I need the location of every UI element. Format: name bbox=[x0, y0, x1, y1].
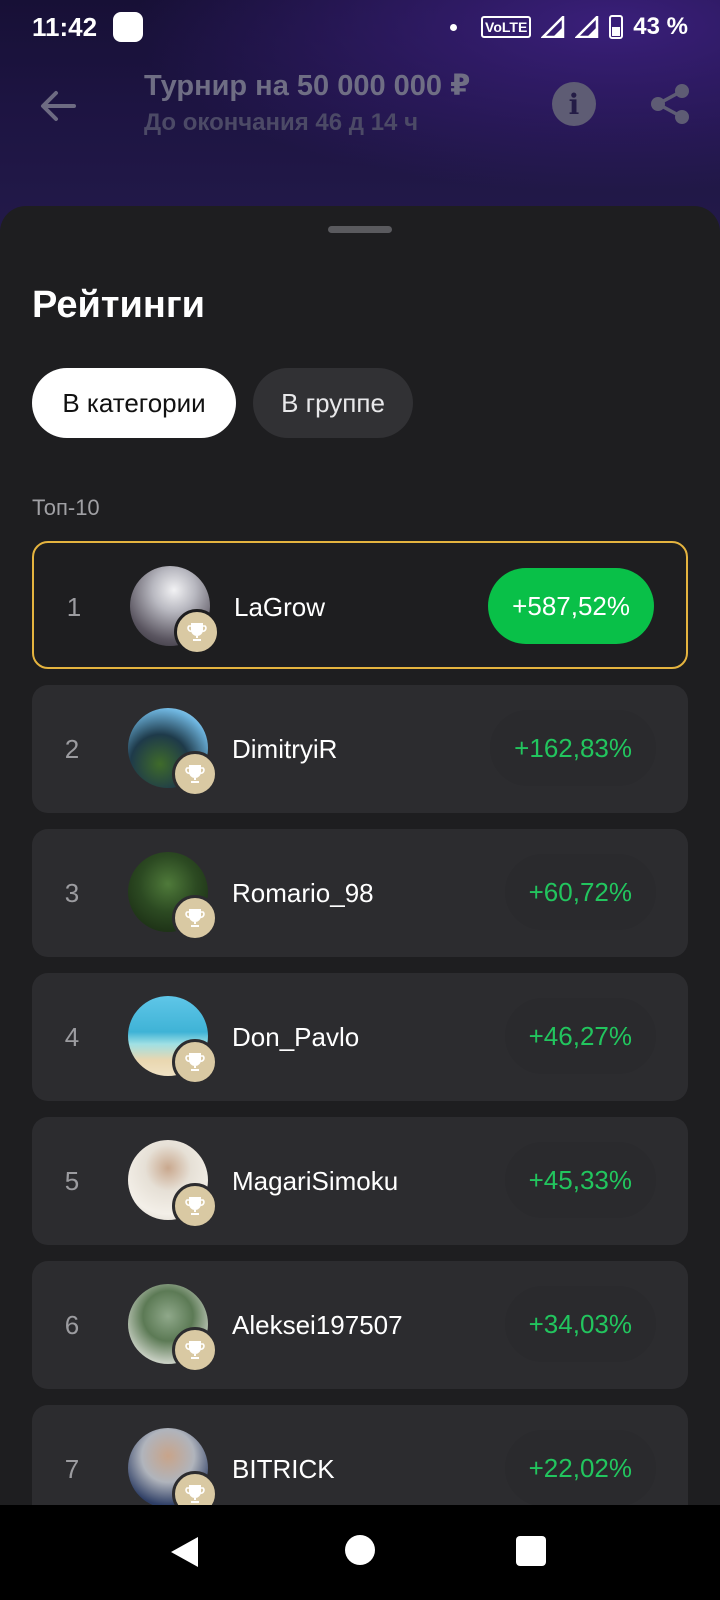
status-bar: 11:42 VoLTE 43 % bbox=[0, 0, 720, 54]
back-arrow-icon[interactable] bbox=[34, 82, 82, 130]
score-badge: +46,27% bbox=[504, 998, 656, 1074]
notification-icon bbox=[113, 12, 144, 42]
section-label: Топ-10 bbox=[32, 495, 100, 520]
share-icon[interactable] bbox=[648, 82, 692, 126]
rank-number: 1 bbox=[66, 592, 82, 622]
notification-dot-icon bbox=[450, 23, 458, 31]
trophy-icon bbox=[172, 1039, 218, 1085]
score-badge: +587,52% bbox=[488, 568, 654, 644]
username: DimitryiR bbox=[232, 734, 338, 764]
app-bar: Турнир на 50 000 000 ₽ До окончания 46 д… bbox=[0, 64, 720, 164]
system-navigation-bar bbox=[0, 1505, 720, 1600]
username: LaGrow bbox=[234, 592, 326, 622]
leaderboard-list: 1 LaGrow +587,52% 2 DimitryiR +162,83% 3… bbox=[32, 541, 688, 1549]
score-badge: +34,03% bbox=[504, 1286, 656, 1362]
rank-number: 3 bbox=[64, 878, 80, 908]
nav-recents-icon[interactable] bbox=[516, 1536, 546, 1566]
username: Aleksei197507 bbox=[232, 1310, 403, 1340]
rank-number: 4 bbox=[64, 1022, 80, 1052]
leaderboard-row[interactable]: 1 LaGrow +587,52% bbox=[32, 541, 688, 669]
leaderboard-row[interactable]: 3 Romario_98 +60,72% bbox=[32, 829, 688, 957]
status-time: 11:42 bbox=[32, 11, 98, 42]
battery-icon bbox=[609, 15, 624, 39]
sheet-title: Рейтинги bbox=[32, 284, 206, 326]
trophy-icon bbox=[172, 895, 218, 941]
nav-back-icon[interactable] bbox=[168, 1535, 200, 1569]
tab-in-category[interactable]: В категории bbox=[32, 368, 236, 438]
trophy-icon bbox=[174, 609, 220, 655]
score-badge: +45,33% bbox=[504, 1142, 656, 1218]
score-badge: +22,02% bbox=[504, 1430, 656, 1506]
page-subtitle: До окончания 46 д 14 ч bbox=[144, 109, 418, 136]
score-badge: +162,83% bbox=[490, 710, 656, 786]
volte-icon: VoLTE bbox=[481, 16, 532, 38]
nav-home-icon[interactable] bbox=[345, 1535, 375, 1565]
title-block: Турнир на 50 000 000 ₽ До окончания 46 д… bbox=[144, 68, 470, 137]
battery-percent: 43 % bbox=[633, 13, 688, 40]
tab-in-group[interactable]: В группе bbox=[253, 368, 413, 438]
leaderboard-row[interactable]: 6 Aleksei197507 +34,03% bbox=[32, 1261, 688, 1389]
leaderboard-row[interactable]: 2 DimitryiR +162,83% bbox=[32, 685, 688, 813]
trophy-icon bbox=[172, 1183, 218, 1229]
trophy-icon bbox=[172, 1327, 218, 1373]
username: MagariSimoku bbox=[232, 1166, 399, 1196]
score-badge: +60,72% bbox=[504, 854, 656, 930]
rank-number: 2 bbox=[64, 734, 80, 764]
username: Don_Pavlo bbox=[232, 1022, 360, 1052]
signal-icon bbox=[541, 16, 565, 38]
trophy-icon bbox=[172, 751, 218, 797]
leaderboard-row[interactable]: 5 MagariSimoku +45,33% bbox=[32, 1117, 688, 1245]
signal-icon-2 bbox=[575, 16, 599, 38]
rank-number: 5 bbox=[64, 1166, 80, 1196]
page-title: Турнир на 50 000 000 ₽ bbox=[144, 70, 471, 102]
leaderboard-row[interactable]: 4 Don_Pavlo +46,27% bbox=[32, 973, 688, 1101]
rank-number: 6 bbox=[64, 1310, 80, 1340]
sheet-drag-handle[interactable] bbox=[328, 226, 392, 233]
ratings-sheet: Рейтинги В категории В группе Топ-10 1 L… bbox=[0, 206, 720, 1533]
info-icon[interactable]: i bbox=[552, 82, 596, 126]
username: Romario_98 bbox=[232, 878, 374, 908]
